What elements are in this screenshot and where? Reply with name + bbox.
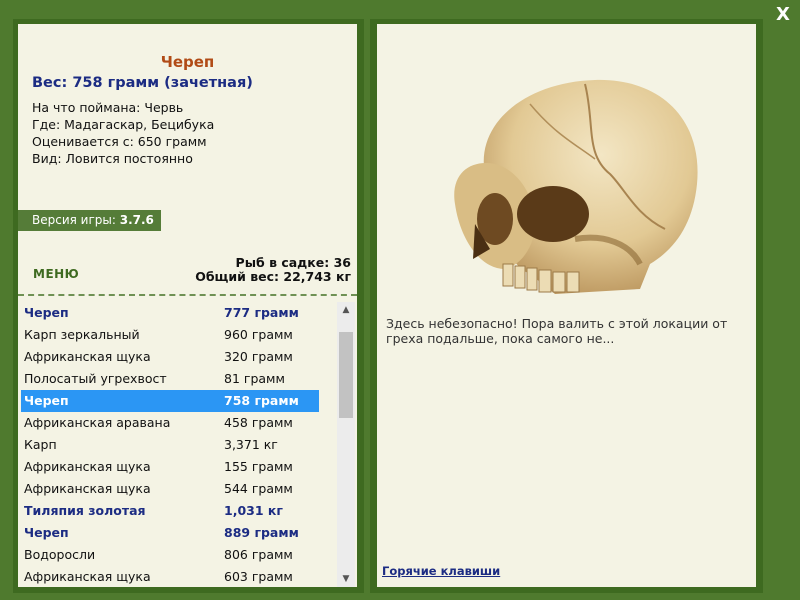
menu-button[interactable]: МЕНЮ — [33, 267, 79, 281]
catch-row-weight: 320 грамм — [224, 349, 293, 364]
fish-description: Здесь небезопасно! Пора валить с этой ло… — [386, 316, 728, 346]
catch-row-name: Карп — [24, 437, 57, 452]
location-line: Где: Мадагаскар, Бецибука — [32, 117, 215, 132]
fish-details: На что поймана: Червь Где: Мадагаскар, Б… — [32, 99, 214, 167]
catch-row[interactable]: Карп 3,371 кг — [18, 434, 336, 456]
catch-row[interactable]: Тиляпия золотая 1,031 кг — [18, 500, 336, 522]
catch-row[interactable]: Африканская щука 544 грамм — [18, 478, 336, 500]
species-type-line: Вид: Ловится постоянно — [32, 151, 193, 166]
catch-row-name: Карп зеркальный — [24, 327, 140, 342]
catch-row-name: Африканская щука — [24, 569, 151, 584]
skull-image — [454, 79, 698, 294]
catch-row-weight: 3,371 кг — [224, 437, 278, 452]
catch-list-area: Череп 777 грамм Карп зеркальный 960 грамм Аф… — [18, 294, 357, 587]
catch-row[interactable]: Череп 889 грамм — [18, 522, 336, 544]
catch-list-items: Череп 777 грамм Карп зеркальный 960 грамм Аф… — [18, 302, 336, 587]
preview-card: Здесь небезопасно! Пора валить с этой ло… — [377, 24, 756, 587]
keepnet-stats: Рыб в садке: 36 Общий вес: 22,743 кг — [195, 256, 351, 284]
fish-count: Рыб в садке: 36 — [235, 255, 351, 270]
catch-row[interactable]: Карп зеркальный 960 грамм — [18, 324, 336, 346]
catch-row-name: Африканская щука — [24, 349, 151, 364]
catch-panel: Череп Вес: 758 грамм (зачетная) На что п… — [13, 19, 364, 593]
chevron-up-icon[interactable]: ▲ — [337, 302, 355, 318]
bait-line: На что поймана: Червь — [32, 100, 184, 115]
catch-row[interactable]: Африканская щука 320 грамм — [18, 346, 336, 368]
catch-row-name: Полосатый угрехвост — [24, 371, 167, 386]
catch-row-weight: 889 грамм — [224, 525, 299, 540]
catch-row-name: Тиляпия золотая — [24, 503, 146, 518]
catch-row[interactable]: Африканская аравана 458 грамм — [18, 412, 336, 434]
dashed-divider — [18, 294, 357, 296]
version-badge: Версия игры: 3.7.6 — [18, 210, 161, 231]
catch-row-name: Череп — [24, 305, 69, 320]
catch-row-name: Водоросли — [24, 547, 96, 562]
preview-panel: Здесь небезопасно! Пора валить с этой ло… — [370, 19, 763, 593]
catch-row[interactable]: Череп 758 грамм — [21, 390, 319, 412]
catch-row-weight: 806 грамм — [224, 547, 293, 562]
close-icon[interactable]: X — [771, 4, 795, 26]
catch-row[interactable]: Африканская щука 603 грамм — [18, 566, 336, 587]
catch-row[interactable]: Череп 777 грамм — [18, 302, 336, 324]
catch-row[interactable]: Водоросли 806 грамм — [18, 544, 336, 566]
chevron-down-icon[interactable]: ▼ — [337, 571, 355, 587]
catch-row-name: Череп — [24, 393, 69, 408]
catch-row-weight: 544 грамм — [224, 481, 293, 496]
version-label: Версия игры: — [32, 213, 116, 227]
total-weight: Общий вес: 22,743 кг — [195, 269, 351, 284]
scrollbar[interactable]: ▲ ▼ — [337, 302, 355, 587]
catch-row-weight: 960 грамм — [224, 327, 293, 342]
catch-row-weight: 81 грамм — [224, 371, 285, 386]
catch-row[interactable]: Полосатый угрехвост 81 грамм — [18, 368, 336, 390]
catch-row-name: Африканская щука — [24, 481, 151, 496]
valuation-line: Оценивается с: 650 грамм — [32, 134, 207, 149]
fish-name: Череп — [160, 53, 215, 71]
catch-row-weight: 1,031 кг — [224, 503, 283, 518]
version-value: 3.7.6 — [119, 213, 154, 227]
fish-info-card: Череп Вес: 758 грамм (зачетная) На что п… — [18, 24, 357, 294]
catch-row-weight: 155 грамм — [224, 459, 293, 474]
hotkeys-link[interactable]: Горячие клавиши — [382, 564, 500, 578]
catch-row-weight: 458 грамм — [224, 415, 293, 430]
fish-weight: Вес: 758 грамм (зачетная) — [32, 75, 253, 91]
scroll-thumb[interactable] — [339, 332, 353, 418]
catch-row-name: Африканская щука — [24, 459, 151, 474]
catch-row-weight: 777 грамм — [224, 305, 299, 320]
catch-list: Череп 777 грамм Карп зеркальный 960 грамм Аф… — [18, 302, 357, 587]
catch-row-name: Череп — [24, 525, 69, 540]
catch-row-name: Африканская аравана — [24, 415, 171, 430]
catch-row[interactable]: Африканская щука 155 грамм — [18, 456, 336, 478]
catch-row-weight: 603 грамм — [224, 569, 293, 584]
catch-row-weight: 758 грамм — [224, 393, 299, 408]
